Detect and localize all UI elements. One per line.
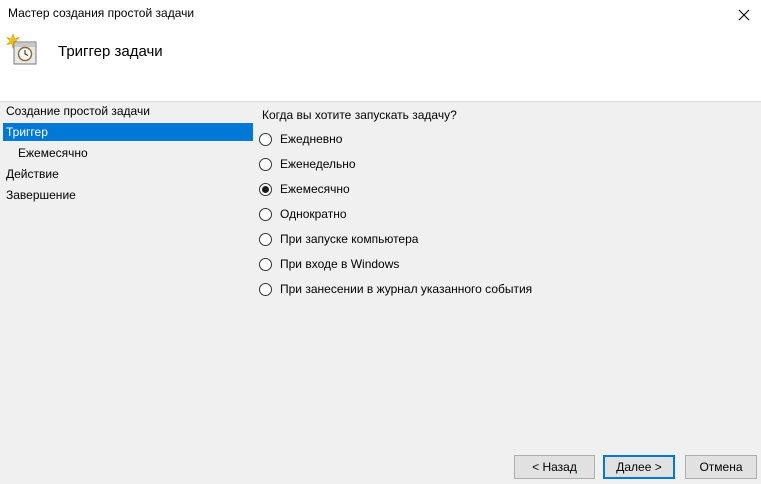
radio-button-selected[interactable] (259, 182, 272, 196)
option-label: Ежедневно (280, 132, 343, 146)
page-title: Триггер задачи (58, 43, 163, 60)
option-label: Однократно (280, 207, 347, 221)
back-button[interactable]: < Назад (514, 455, 595, 479)
radio-button[interactable] (259, 257, 272, 271)
nav-step-create-task[interactable]: Создание простой задачи (3, 102, 253, 120)
radio-button[interactable] (259, 132, 272, 146)
nav-step-finish[interactable]: Завершение (3, 186, 253, 204)
radio-button[interactable] (259, 282, 272, 296)
close-icon (738, 9, 750, 21)
option-monthly[interactable]: Ежемесячно (259, 181, 350, 197)
trigger-question: Когда вы хотите запускать задачу? (262, 108, 457, 122)
title-bar: Мастер создания простой задачи (0, 0, 761, 30)
radio-button[interactable] (259, 232, 272, 246)
option-label: При входе в Windows (280, 257, 400, 271)
radio-button[interactable] (259, 207, 272, 221)
next-button[interactable]: Далее > (603, 455, 675, 479)
close-button[interactable] (727, 0, 761, 30)
option-weekly[interactable]: Еженедельно (259, 156, 356, 172)
wizard-window: Мастер создания простой задачи Триггер з… (0, 0, 761, 484)
radio-button[interactable] (259, 157, 272, 171)
option-label: При занесении в журнал указанного событи… (280, 282, 533, 296)
option-label: Еженедельно (280, 157, 356, 171)
option-daily[interactable]: Ежедневно (259, 131, 342, 147)
option-at-logon[interactable]: При входе в Windows (259, 256, 399, 272)
option-at-startup[interactable]: При запуске компьютера (259, 231, 418, 247)
nav-step-action[interactable]: Действие (3, 165, 253, 183)
window-title: Мастер создания простой задачи (8, 6, 195, 20)
cancel-button[interactable]: Отмена (685, 455, 757, 479)
option-label: Ежемесячно (280, 182, 350, 196)
option-on-event[interactable]: При занесении в журнал указанного событи… (259, 281, 532, 297)
nav-step-trigger[interactable]: Триггер (3, 123, 253, 141)
option-one-time[interactable]: Однократно (259, 206, 347, 222)
wizard-header: Триггер задачи (0, 30, 761, 102)
task-scheduler-icon (6, 33, 37, 65)
option-label: При запуске компьютера (280, 232, 419, 246)
nav-step-monthly[interactable]: Ежемесячно (3, 144, 253, 162)
